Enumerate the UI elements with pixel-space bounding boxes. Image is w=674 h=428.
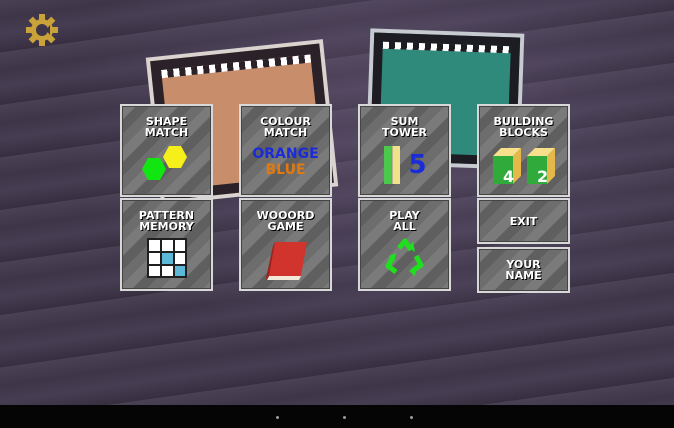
wooord-game-label: WOOORD GAME [256,209,315,233]
colour-word-orange: ORANGE [252,146,319,162]
pattern-memory-label: PATTERN MEMORY [138,209,195,233]
shape-match-button[interactable]: SHAPE MATCH [120,104,213,197]
exit-label: EXIT [509,214,538,228]
camera-background [0,0,674,405]
colour-match-button[interactable]: COLOUR MATCH ORANGE BLUE [239,104,332,197]
sum-tower-label: SUM TOWER [382,115,427,139]
nav-back-icon[interactable] [276,416,279,419]
block-digit-2: 2 [537,167,549,186]
book-icon [265,242,307,280]
play-all-button[interactable]: PLAY ALL [358,198,451,291]
recycle-icon [385,238,423,276]
settings-gear-icon[interactable] [24,12,60,48]
pattern-memory-button[interactable]: PATTERN MEMORY [120,198,213,291]
colour-word-blue: BLUE [265,162,306,178]
play-all-label: PLAY ALL [389,209,420,233]
tower-icon [384,146,401,184]
hexagons-icon [141,146,187,180]
system-nav-bar [0,405,674,428]
your-name-label: YOUR NAME [505,258,542,282]
nav-home-icon[interactable] [343,416,346,419]
exit-button[interactable]: EXIT [477,198,570,244]
colour-match-label: COLOUR MATCH [260,115,311,139]
sum-tower-button[interactable]: SUM TOWER 5 [358,104,451,197]
building-blocks-label: BUILDING BLOCKS [493,115,554,139]
building-blocks-button[interactable]: BUILDING BLOCKS 4 2 [477,104,570,197]
grid-icon [146,238,187,278]
shape-match-label: SHAPE MATCH [144,115,189,139]
sum-digit: 5 [408,150,427,180]
nav-recents-icon[interactable] [410,416,413,419]
your-name-button[interactable]: YOUR NAME [477,247,570,293]
wooord-game-button[interactable]: WOOORD GAME [239,198,332,291]
block-digit-1: 4 [503,167,515,186]
